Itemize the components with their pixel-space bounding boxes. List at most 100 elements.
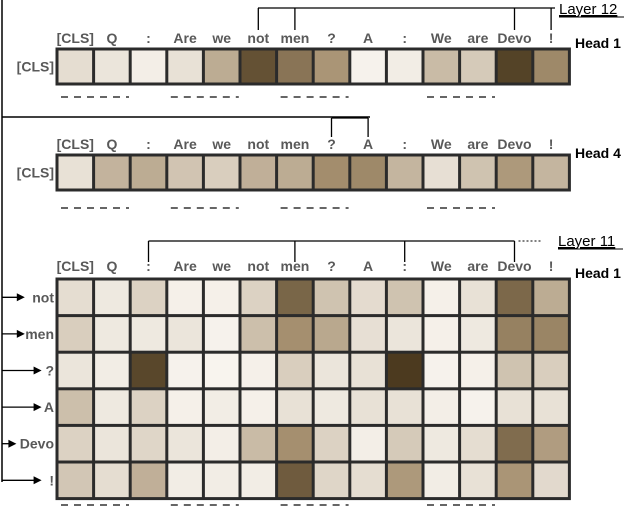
heatmap-cell [95,317,129,351]
heatmap-cell [168,280,202,315]
heatmap-cell [461,317,495,351]
token-label: : [146,258,151,274]
heatmap-cell [424,280,459,315]
heatmap-cell [424,353,459,388]
heatmap-cell [351,50,385,83]
token-label: Devo [497,30,531,46]
heatmap-cell [58,426,93,461]
heatmap-cell [204,353,239,388]
heatmap-cell [351,280,385,315]
token-label: We [431,30,452,46]
panel-layer12-head4: Head 4 [CLS] Q: Are we not men? A: We are Devo ! [CL… [17,117,621,209]
heatmap-cell [131,426,166,461]
heatmap-cell [461,426,495,461]
heatmap-cell [497,463,532,498]
token-label: Q [106,258,117,274]
heatmap-cell [278,50,312,83]
row-label: not [32,289,54,305]
heatmap-cell [314,50,349,83]
heatmap-cell [278,280,312,315]
layer-label: Layer 12 [559,1,617,18]
heatmap-cell [131,390,166,424]
heatmap-cell [314,426,349,461]
token-label: men [281,30,310,46]
head-label: Head 4 [575,145,621,161]
token-label: : [402,30,407,46]
heatmap-cell [351,426,385,461]
token-label: not [247,258,269,274]
token-label: we [211,30,231,46]
heatmap-cell [461,280,495,315]
heatmap-cell [241,390,276,424]
token-label: not [247,30,269,46]
heatmap-cell [131,463,166,498]
heatmap-cell [424,317,459,351]
heatmap-cell [497,156,532,189]
heatmap-cell [424,156,459,189]
token-label: : [402,136,407,152]
heatmap-cell [204,50,239,83]
token-label: Q [106,30,117,46]
heatmap-cell [95,463,129,498]
token-label: Devo [497,136,531,152]
heatmap-cell [204,463,239,498]
token-label: Are [173,30,197,46]
heatmap-cell [168,463,202,498]
heatmap-cell [534,50,568,83]
heatmap-cell [58,50,93,83]
heatmap-cell [168,426,202,461]
heatmap-cell [461,390,495,424]
heatmap-cell [278,463,312,498]
heatmap-cell [461,50,495,83]
arrow-head-icon [33,403,42,412]
arrow-head-icon [16,329,25,338]
heatmap-cell [241,463,276,498]
heatmap-cell [58,317,93,351]
token-label: ! [549,258,554,274]
heatmap-cell [314,390,349,424]
heatmap-cell [351,390,385,424]
heatmap-cell [241,280,276,315]
token-label: We [431,258,452,274]
token-label: ! [549,30,554,46]
heatmap-cell [534,317,568,351]
heatmap-cell [95,353,129,388]
token-label: are [467,136,488,152]
row-label: men [25,326,54,342]
heatmap-cell [314,353,349,388]
heatmap-cell [424,50,459,83]
heatmap-cell [95,426,129,461]
heatmap-cell [534,280,568,315]
token-label: A [363,258,373,274]
heatmap-cell [387,50,422,83]
token-label: Are [173,136,197,152]
heatmap-cell [387,353,422,388]
heatmap-cell [497,390,532,424]
row-label: Devo [20,436,54,452]
heatmap-cell [168,390,202,424]
heatmap-cell [461,156,495,189]
heatmap-cell [497,50,532,83]
heatmap-cell [58,463,93,498]
panel-layer11-head1: Layer 11Head 1[CLS] Q: Are we not men? A: We are… [2,233,623,506]
token-label: Q [106,136,117,152]
heatmap-cell [168,50,202,83]
heatmap-cell [534,390,568,424]
head-label: Head 1 [575,265,621,281]
heatmap-cell [461,463,495,498]
token-label: men [281,136,310,152]
heatmap-cell [387,463,422,498]
row-label: [CLS] [17,165,54,181]
heatmap-cell [534,156,568,189]
heatmap-cell [95,390,129,424]
heatmap-cell [131,317,166,351]
heatmap-cell [241,353,276,388]
heatmap-cell [351,156,385,189]
token-label: A [363,136,373,152]
heatmap-cell [387,390,422,424]
heatmap-cell [497,280,532,315]
heatmap-cell [204,317,239,351]
arrow-head-icon [16,293,25,302]
heatmap-cell [387,280,422,315]
heatmap-cell [461,353,495,388]
